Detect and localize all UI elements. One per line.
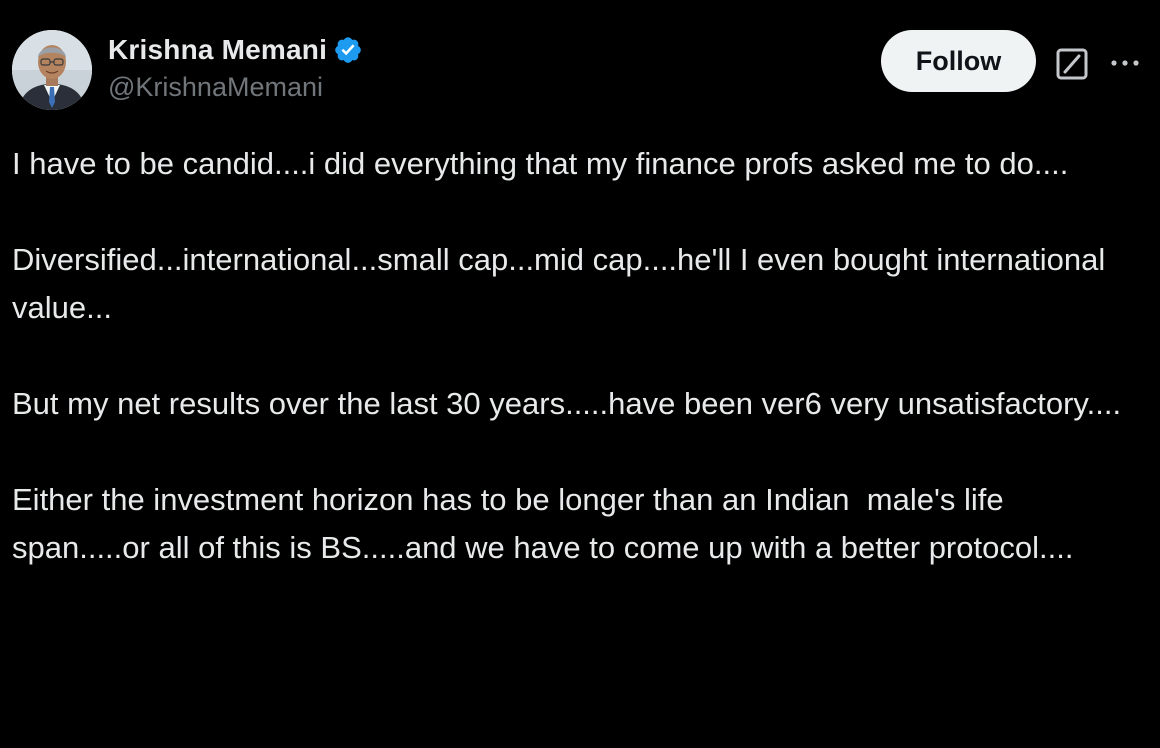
profile-photo [12, 30, 92, 110]
tweet-paragraph: Diversified...international...small cap.… [12, 242, 1114, 325]
author-handle[interactable]: @KrishnaMemani [108, 72, 363, 103]
tweet-paragraph: Either the investment horizon has to be … [12, 482, 1074, 565]
display-name-row: Krishna Memani [108, 32, 363, 68]
tweet-paragraph: I have to be candid....i did everything … [12, 146, 1069, 181]
tweet-paragraph: But my net results over the last 30 year… [12, 386, 1122, 421]
tweet-header: Krishna Memani @KrishnaMemani Follow [12, 30, 1148, 112]
more-options-icon[interactable] [1109, 56, 1141, 68]
grok-icon[interactable] [1055, 47, 1089, 81]
author-names: Krishna Memani @KrishnaMemani [108, 32, 363, 103]
verified-badge-icon[interactable] [333, 35, 363, 65]
tweet-text: I have to be candid....i did everything … [12, 140, 1148, 572]
display-name[interactable]: Krishna Memani [108, 34, 327, 66]
follow-button[interactable]: Follow [881, 30, 1036, 92]
avatar[interactable] [12, 30, 92, 110]
